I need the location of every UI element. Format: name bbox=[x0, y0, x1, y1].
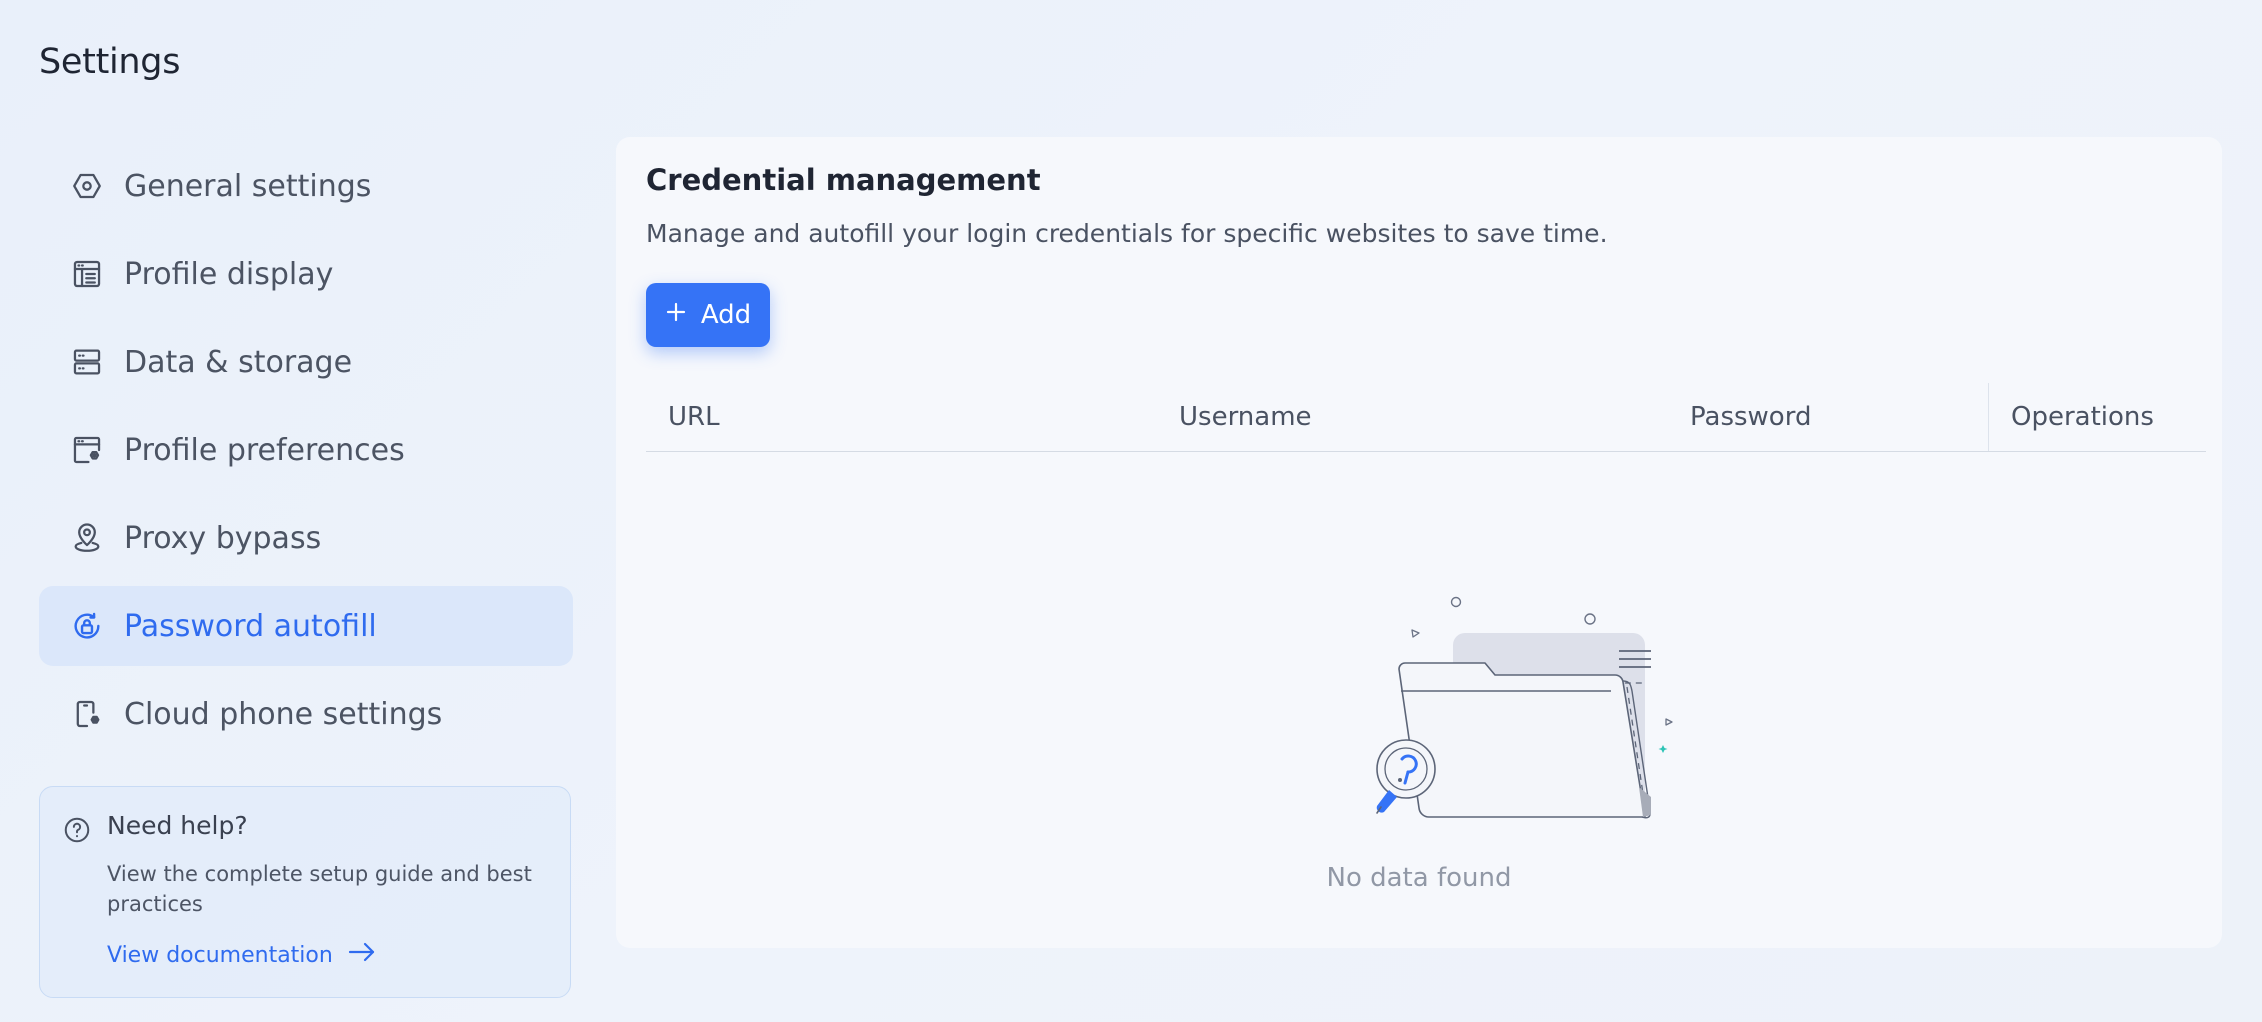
column-header-username[interactable]: Username bbox=[1179, 383, 1312, 451]
column-header-operations[interactable]: Operations bbox=[1988, 383, 2154, 451]
card-description: Manage and autofill your login credentia… bbox=[646, 219, 1608, 248]
plus-icon bbox=[665, 300, 687, 330]
window-gear-icon bbox=[69, 432, 105, 468]
sidebar-item-label: Data & storage bbox=[124, 344, 353, 380]
sidebar-item-general-settings[interactable]: General settings bbox=[39, 146, 573, 226]
view-documentation-label: View documentation bbox=[107, 942, 333, 968]
sidebar-item-label: Cloud phone settings bbox=[124, 696, 443, 732]
location-pin-icon bbox=[69, 520, 105, 556]
empty-state-text: No data found bbox=[1326, 863, 1512, 893]
sidebar-item-data-storage[interactable]: Data & storage bbox=[39, 322, 573, 402]
sidebar-item-label: Profile display bbox=[124, 256, 334, 292]
sidebar-item-label: Password autofill bbox=[124, 608, 377, 644]
arrow-right-icon bbox=[347, 941, 377, 969]
add-button[interactable]: Add bbox=[646, 283, 770, 347]
sidebar-item-password-autofill[interactable]: Password autofill bbox=[39, 586, 573, 666]
sidebar-item-profile-display[interactable]: Profile display bbox=[39, 234, 573, 314]
credentials-table: URL Username Password Operations bbox=[646, 383, 2206, 452]
server-icon bbox=[69, 344, 105, 380]
hexagon-gear-icon bbox=[69, 168, 105, 204]
sidebar-item-proxy-bypass[interactable]: Proxy bypass bbox=[39, 498, 573, 578]
view-documentation-link[interactable]: View documentation bbox=[107, 941, 377, 969]
credential-management-card: Credential management Manage and autofil… bbox=[616, 137, 2222, 948]
question-circle-icon bbox=[62, 815, 92, 845]
help-description: View the complete setup guide and best p… bbox=[107, 862, 532, 916]
empty-folder-illustration bbox=[1371, 587, 1691, 867]
table-header: URL Username Password Operations bbox=[646, 383, 2206, 452]
add-button-label: Add bbox=[700, 300, 752, 330]
password-lock-icon bbox=[69, 608, 105, 644]
sidebar: General settings Profile display Data & … bbox=[39, 146, 573, 762]
sidebar-item-label: General settings bbox=[124, 168, 372, 204]
phone-gear-icon bbox=[69, 696, 105, 732]
help-title: Need help? bbox=[107, 811, 248, 840]
page-title: Settings bbox=[39, 42, 181, 82]
column-header-password[interactable]: Password bbox=[1690, 383, 1811, 451]
sidebar-item-label: Proxy bypass bbox=[124, 520, 322, 556]
sidebar-item-profile-preferences[interactable]: Profile preferences bbox=[39, 410, 573, 490]
card-title: Credential management bbox=[646, 163, 1041, 197]
browser-window-icon bbox=[69, 256, 105, 292]
sidebar-item-cloud-phone-settings[interactable]: Cloud phone settings bbox=[39, 674, 573, 754]
help-card: Need help? View the complete setup guide… bbox=[39, 786, 571, 998]
sidebar-item-label: Profile preferences bbox=[124, 432, 405, 468]
column-header-url[interactable]: URL bbox=[668, 383, 720, 451]
